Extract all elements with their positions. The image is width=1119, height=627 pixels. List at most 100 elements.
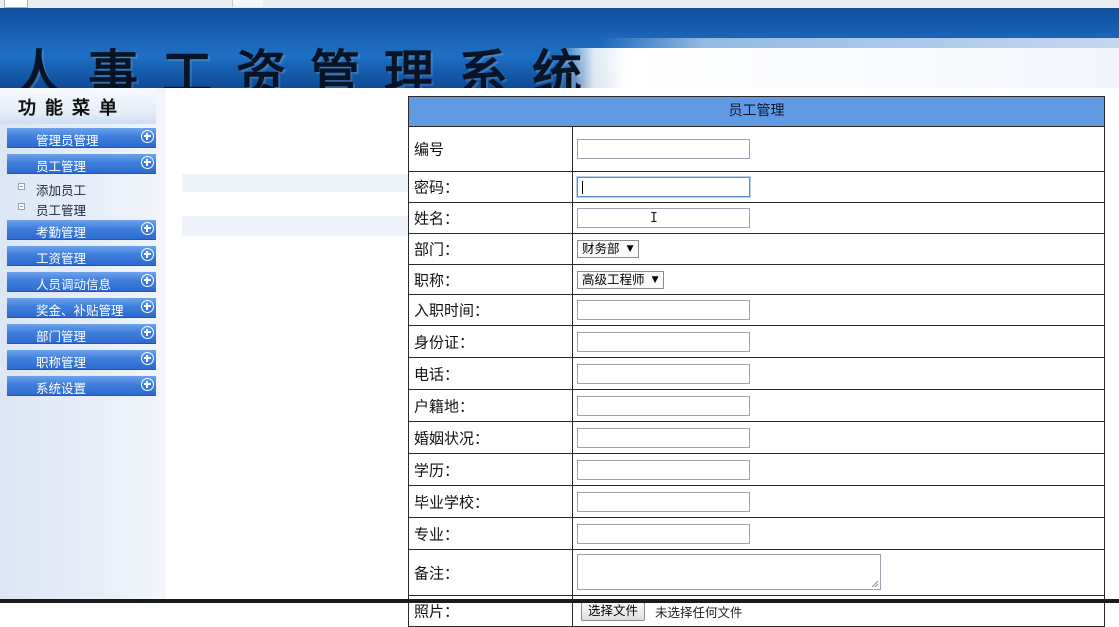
employee-form: 员工管理 编号 密码： 姓名： I 部门： 财务部 ▼ 职称： 高级工程师 ▼ bbox=[408, 96, 1105, 627]
triangle-down-icon: ▼ bbox=[626, 244, 634, 254]
ibeam-icon: I bbox=[650, 211, 658, 226]
menu-item-label: 系统设置 bbox=[36, 381, 87, 396]
field-label-cell: 密码： bbox=[409, 172, 573, 202]
form-row-id: 编号 bbox=[409, 127, 1104, 172]
menu-item-job-title[interactable]: 职称管理 bbox=[7, 350, 156, 370]
header-banner: 人事工资管理系统 bbox=[0, 8, 1119, 88]
plus-circle-icon[interactable] bbox=[141, 378, 154, 391]
plus-circle-icon[interactable] bbox=[141, 326, 154, 339]
field-value-cell bbox=[573, 127, 1104, 171]
choose-file-button[interactable]: 选择文件 bbox=[581, 601, 646, 621]
form-row-school: 毕业学校： bbox=[409, 486, 1104, 518]
major-input[interactable] bbox=[577, 523, 750, 544]
hire-date-input[interactable] bbox=[577, 300, 750, 320]
notes-textarea[interactable] bbox=[577, 554, 881, 590]
field-label-cell: 备注： bbox=[409, 550, 573, 595]
form-row-marital: 婚姻状况： bbox=[409, 422, 1104, 454]
menu-title: 功能菜单 bbox=[18, 98, 126, 119]
form-row-major: 专业： bbox=[409, 518, 1104, 550]
plus-circle-icon[interactable] bbox=[141, 156, 154, 169]
form-row-phone: 电话： bbox=[409, 358, 1104, 390]
field-label: 电话： bbox=[414, 365, 460, 383]
form-row-password: 密码： bbox=[409, 172, 1104, 203]
field-value-cell bbox=[573, 172, 1104, 202]
browser-tab[interactable] bbox=[4, 0, 28, 8]
field-label: 入职时间： bbox=[414, 301, 490, 320]
plus-circle-icon[interactable] bbox=[141, 300, 154, 313]
menu-item-label: 考勤管理 bbox=[36, 225, 87, 240]
field-label: 备注： bbox=[414, 564, 460, 582]
render-artifact bbox=[182, 174, 408, 192]
submenu-item-label: 添加员工 bbox=[36, 183, 87, 198]
form-row-notes: 备注： bbox=[409, 550, 1104, 596]
field-label: 部门： bbox=[414, 240, 460, 259]
field-label: 密码： bbox=[414, 178, 460, 197]
menu-item-transfer[interactable]: 人员调动信息 bbox=[7, 272, 156, 292]
banner-decoration-light bbox=[560, 48, 1119, 88]
field-value-cell bbox=[573, 358, 1104, 389]
field-value-cell bbox=[573, 486, 1104, 517]
plus-circle-icon[interactable] bbox=[141, 130, 154, 143]
plus-circle-icon[interactable] bbox=[141, 248, 154, 261]
plus-circle-icon[interactable] bbox=[141, 274, 154, 287]
department-select[interactable]: 财务部 ▼ bbox=[577, 240, 639, 258]
menu-item-label: 职称管理 bbox=[36, 355, 87, 370]
menu-item-employee[interactable]: 员工管理 bbox=[7, 154, 156, 174]
field-label: 毕业学校： bbox=[414, 493, 490, 511]
menu-item-attendance[interactable]: 考勤管理 bbox=[7, 220, 156, 240]
menu-item-label: 奖金、补贴管理 bbox=[36, 303, 124, 318]
menu-item-salary[interactable]: 工资管理 bbox=[7, 246, 156, 266]
menu-item-admin[interactable]: 管理员管理 bbox=[7, 128, 156, 148]
field-label-cell: 编号 bbox=[409, 127, 573, 171]
field-label-cell: 户籍地： bbox=[409, 390, 573, 421]
name-input[interactable]: I bbox=[577, 208, 750, 228]
tree-node-icon bbox=[18, 203, 25, 210]
hometown-input[interactable] bbox=[577, 395, 750, 416]
phone-input[interactable] bbox=[577, 363, 750, 384]
field-label: 姓名： bbox=[414, 209, 460, 228]
field-label: 身份证： bbox=[414, 333, 475, 351]
submenu-item-label: 员工管理 bbox=[36, 203, 87, 218]
field-label-cell: 电话： bbox=[409, 358, 573, 389]
school-input[interactable] bbox=[577, 491, 750, 512]
field-label-cell: 专业： bbox=[409, 518, 573, 549]
field-value-cell bbox=[573, 422, 1104, 453]
field-label: 婚姻状况： bbox=[414, 429, 490, 447]
field-label-cell: 部门： bbox=[409, 234, 573, 264]
menu-item-bonus[interactable]: 奖金、补贴管理 bbox=[7, 298, 156, 318]
field-label-cell: 学历： bbox=[409, 454, 573, 485]
menu-item-department[interactable]: 部门管理 bbox=[7, 324, 156, 344]
plus-circle-icon[interactable] bbox=[141, 352, 154, 365]
id-card-input[interactable] bbox=[577, 331, 750, 352]
marital-input[interactable] bbox=[577, 427, 750, 448]
form-row-name: 姓名： I bbox=[409, 203, 1104, 234]
plus-circle-icon[interactable] bbox=[141, 222, 154, 235]
field-label-cell: 身份证： bbox=[409, 326, 573, 357]
menu-title-bar: 功能菜单 bbox=[0, 88, 156, 124]
tree-node-icon bbox=[18, 183, 25, 190]
menu-item-label: 管理员管理 bbox=[36, 133, 99, 148]
form-row-hire-date: 入职时间： bbox=[409, 295, 1104, 326]
id-input[interactable] bbox=[577, 139, 750, 159]
window-bottom-edge bbox=[0, 599, 1119, 603]
field-value-cell bbox=[573, 454, 1104, 485]
password-input[interactable] bbox=[577, 177, 750, 197]
job-title-select[interactable]: 高级工程师 ▼ bbox=[577, 270, 664, 289]
field-value-cell bbox=[573, 550, 1104, 595]
menu-item-label: 员工管理 bbox=[36, 159, 87, 174]
menu-item-label: 人员调动信息 bbox=[36, 277, 112, 292]
render-artifact bbox=[182, 216, 408, 236]
education-input[interactable] bbox=[577, 459, 750, 480]
field-label: 学历： bbox=[414, 461, 460, 479]
field-value-cell: 财务部 ▼ bbox=[573, 234, 1104, 264]
menu-item-settings[interactable]: 系统设置 bbox=[7, 376, 156, 396]
field-value-cell bbox=[573, 326, 1104, 357]
form-row-id-card: 身份证： bbox=[409, 326, 1104, 358]
field-label: 照片： bbox=[414, 602, 460, 621]
field-label-cell: 入职时间： bbox=[409, 295, 573, 325]
form-row-education: 学历： bbox=[409, 454, 1104, 486]
file-status-text: 未选择任何文件 bbox=[655, 605, 743, 620]
browser-tab-2[interactable] bbox=[232, 0, 263, 7]
job-title-selected-value: 高级工程师 bbox=[582, 271, 645, 287]
form-row-hometown: 户籍地： bbox=[409, 390, 1104, 422]
